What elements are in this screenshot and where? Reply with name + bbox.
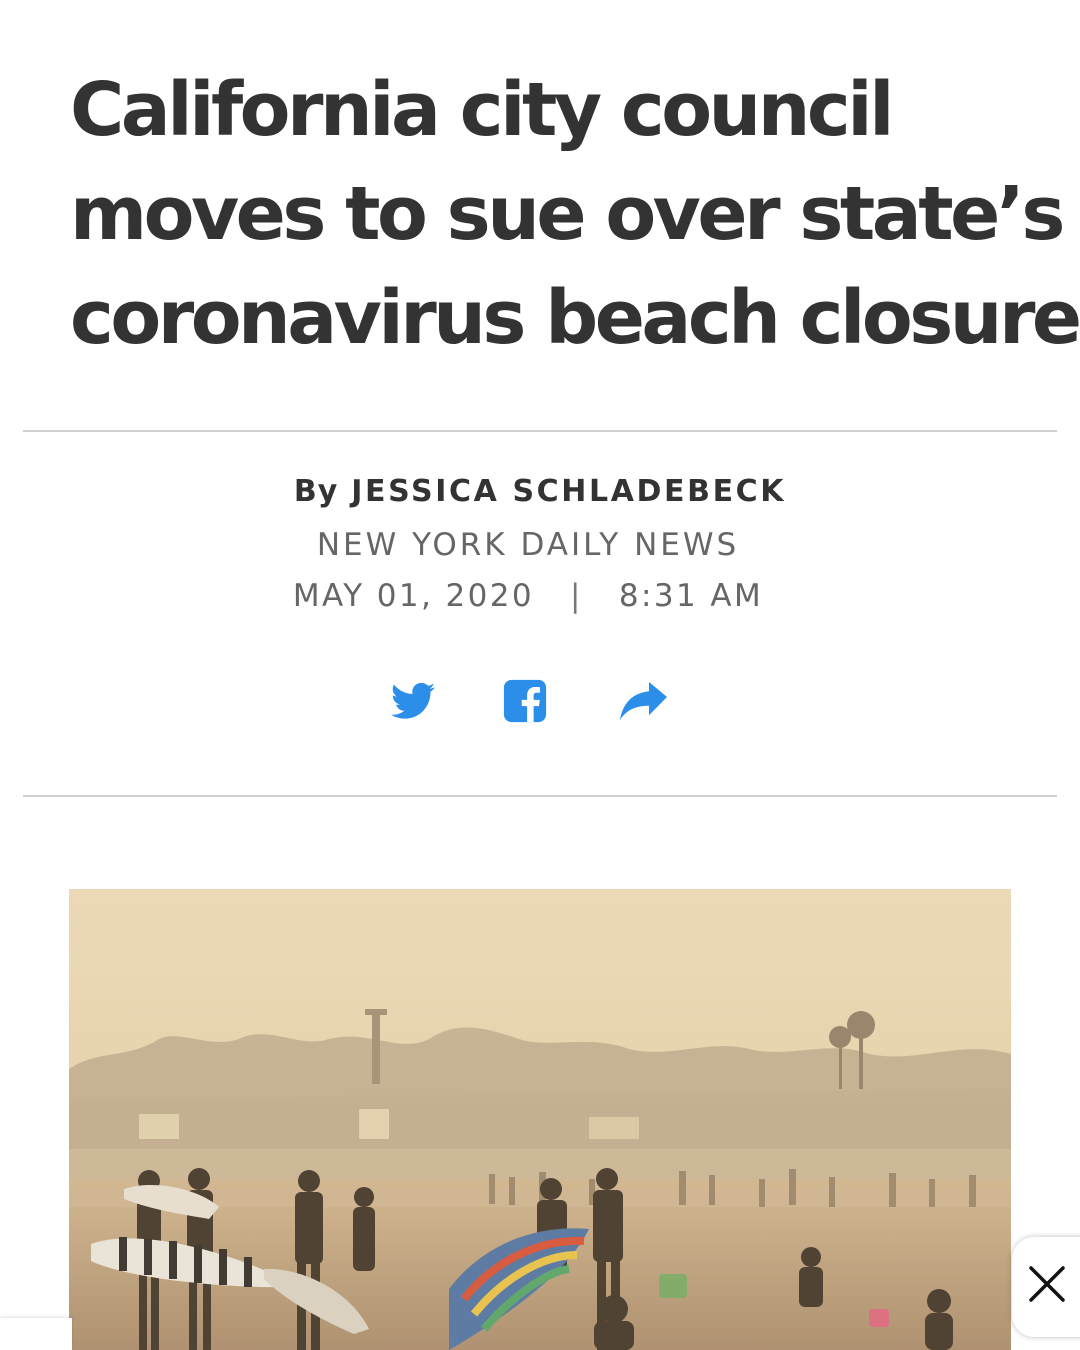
dateline: MAY 01, 2020 | 8:31 AM: [0, 578, 1056, 614]
article-headline: California city council moves to sue ove…: [70, 58, 1080, 370]
headline-line: California city council: [70, 67, 895, 153]
headline-line: coronavirus beach closures: [70, 275, 1080, 361]
share-arrow-icon: [620, 682, 667, 720]
headline-line: moves to sue over state’s: [70, 171, 1065, 257]
facebook-icon: [503, 679, 547, 723]
publish-date: MAY 01, 2020: [292, 578, 535, 614]
publish-time: 8:31 AM: [618, 578, 764, 614]
twitter-icon: [391, 682, 435, 719]
publication-name: NEW YORK DAILY NEWS: [316, 527, 740, 563]
article-photo: [69, 889, 1011, 1350]
date-time-separator: |: [570, 578, 583, 614]
divider-bottom: [23, 795, 1057, 797]
close-button[interactable]: [1012, 1237, 1080, 1337]
ad-banner-edge: [0, 1318, 72, 1350]
byline-prefix: By: [293, 474, 339, 509]
facebook-share-button[interactable]: [502, 678, 552, 728]
share-bar: [0, 678, 1080, 728]
twitter-share-button[interactable]: [389, 678, 439, 728]
byline: By JESSICA SCHLADEBECK: [0, 474, 1080, 509]
share-button[interactable]: [617, 678, 667, 728]
author-link[interactable]: JESSICA SCHLADEBECK: [351, 474, 786, 509]
close-icon: [1029, 1266, 1065, 1302]
divider-top: [23, 430, 1057, 432]
